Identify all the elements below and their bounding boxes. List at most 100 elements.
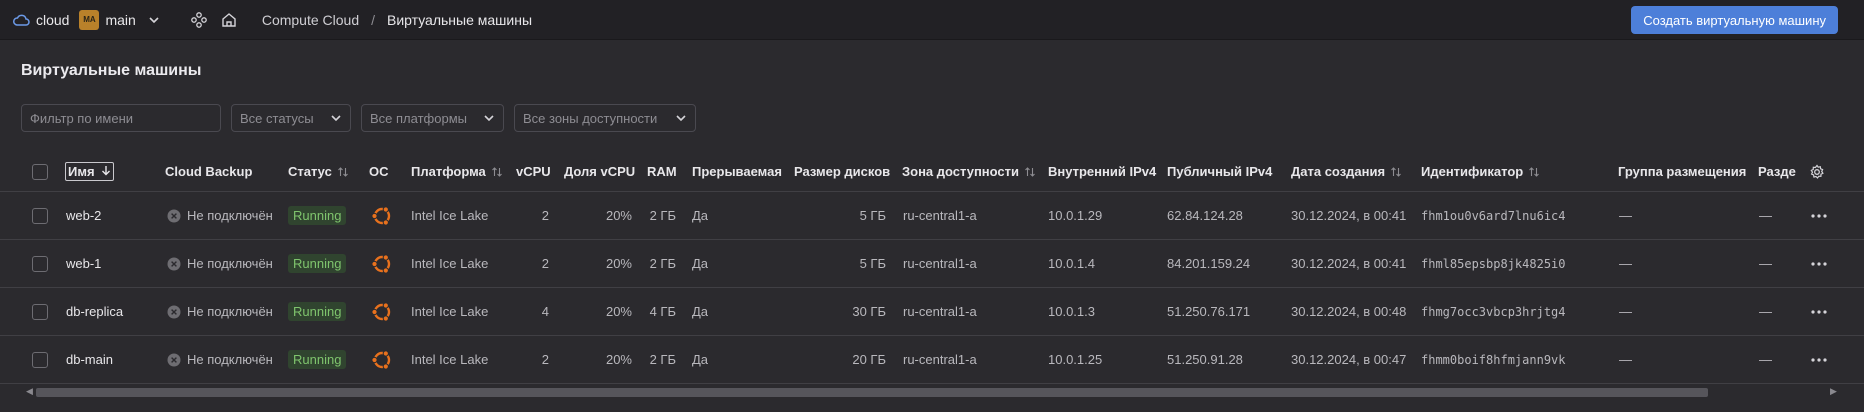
vcpu-cell: 2 — [541, 208, 549, 223]
horizontal-scrollbar[interactable]: ◀ ▶ — [0, 384, 1864, 398]
vm-name[interactable]: db-replica — [66, 288, 123, 335]
row-checkbox[interactable] — [32, 207, 48, 224]
col-ipv4-internal[interactable]: Внутренний IPv4 — [1048, 152, 1156, 191]
platform-filter-select[interactable]: Все платформы — [361, 104, 504, 132]
not-connected-icon — [167, 209, 181, 222]
col-platform[interactable]: Платформа — [411, 152, 503, 191]
col-zone[interactable]: Зона доступности — [902, 152, 1036, 191]
vm-name[interactable]: web-1 — [66, 240, 101, 287]
create-vm-button[interactable]: Создать виртуальную машину — [1631, 6, 1838, 34]
status-filter-select[interactable]: Все статусы — [231, 104, 351, 132]
backup-status: Не подключён — [187, 304, 273, 319]
vm-id-cell[interactable]: fhmg7occ3vbcp3hrjtg4 — [1421, 288, 1566, 335]
status-badge: Running — [288, 206, 347, 225]
select-all-checkbox[interactable] — [32, 163, 48, 180]
not-connected-icon — [167, 305, 181, 318]
more-dots-icon[interactable] — [1811, 357, 1827, 362]
backup-cell: Не подключён — [167, 192, 273, 239]
created-cell: 30.12.2024, в 00:47 — [1291, 352, 1407, 367]
table-header: Имя Cloud Backup Статус ОС Платформа vCP… — [0, 152, 1864, 192]
col-id[interactable]: Идентификатор — [1421, 152, 1540, 191]
chevron-down-icon — [676, 115, 686, 122]
table-row[interactable]: web-2 Не подключён Running Intel Ice Lak… — [0, 192, 1864, 240]
preemptible-cell: Да — [692, 256, 709, 271]
col-vcpu[interactable]: vCPU — [516, 152, 551, 191]
col-ram[interactable]: RAM — [647, 152, 677, 191]
scroll-left-arrow[interactable]: ◀ — [26, 386, 33, 397]
row-checkbox[interactable] — [32, 303, 48, 320]
col-preemptible[interactable]: Прерываемая — [692, 152, 782, 191]
more-dots-icon[interactable] — [1811, 261, 1827, 266]
status-badge: Running — [288, 350, 347, 369]
ubuntu-icon — [371, 301, 391, 322]
scrollbar-thumb[interactable] — [36, 388, 1708, 397]
sort-icon — [1025, 166, 1035, 177]
table-body: web-2 Не подключён Running Intel Ice Lak… — [0, 192, 1864, 384]
platform-filter-value: Все платформы — [370, 110, 467, 126]
col-status-text: Статус — [288, 164, 332, 179]
vm-id-cell[interactable]: fhm1ou0v6ard7lnu6ic4 — [1421, 192, 1566, 239]
vcpu-share-cell: 20% — [605, 304, 632, 319]
status-cell: Running — [288, 240, 347, 287]
row-actions-cell — [1811, 336, 1827, 383]
row-actions-cell — [1811, 288, 1827, 335]
placement-cell: — — [1619, 208, 1632, 223]
ubuntu-icon — [371, 205, 391, 226]
home-icon[interactable] — [220, 11, 238, 29]
more-dots-icon[interactable] — [1811, 213, 1827, 218]
name-filter-input[interactable]: Фильтр по имени — [21, 104, 221, 132]
vm-name[interactable]: db-main — [66, 336, 113, 383]
backup-cell: Не подключён — [167, 288, 273, 335]
row-checkbox[interactable] — [32, 255, 48, 272]
folder-selector[interactable]: main — [105, 12, 135, 28]
folder-avatar: MA — [79, 9, 100, 30]
scroll-right-arrow[interactable]: ▶ — [1830, 386, 1837, 397]
col-disk-size[interactable]: Размер дисков — [794, 152, 890, 191]
more-dots-icon[interactable] — [1811, 309, 1827, 314]
platform-cell: Intel Ice Lake — [411, 352, 489, 367]
ipv4-public-cell: 51.250.76.171 — [1167, 304, 1251, 319]
col-vcpu-share[interactable]: Доля vCPU — [564, 152, 635, 191]
placement-cell: — — [1619, 304, 1632, 319]
col-created-text: Дата создания — [1291, 164, 1386, 179]
preemptible-cell: Да — [692, 304, 709, 319]
section-cell: — — [1759, 208, 1772, 223]
vm-id-cell[interactable]: fhml85epsbp8jk4825i0 — [1421, 240, 1566, 287]
vm-id-cell[interactable]: fhmm0boif8hfmjann9vk — [1421, 336, 1566, 383]
os-cell — [370, 192, 394, 239]
gear-icon[interactable] — [1809, 164, 1825, 180]
services-icon[interactable] — [190, 11, 208, 29]
cloud-selector[interactable]: cloud — [36, 12, 69, 28]
os-cell — [370, 288, 394, 335]
row-checkbox[interactable] — [32, 351, 48, 368]
chevron-down-icon[interactable] — [148, 14, 160, 26]
zone-filter-select[interactable]: Все зоны доступности — [514, 104, 696, 132]
status-filter-value: Все статусы — [240, 110, 314, 126]
page-title: Виртуальные машины — [21, 62, 202, 79]
col-os[interactable]: ОС — [369, 152, 389, 191]
table-row[interactable]: db-main Не подключён Running Intel Ice L… — [0, 336, 1864, 384]
table-row[interactable]: db-replica Не подключён Running Intel Ic… — [0, 288, 1864, 336]
vcpu-cell: 2 — [541, 256, 549, 271]
breadcrumb-compute-cloud[interactable]: Compute Cloud — [262, 12, 359, 28]
vm-name[interactable]: web-2 — [66, 192, 101, 239]
section-cell: — — [1759, 352, 1772, 367]
col-ipv4-public[interactable]: Публичный IPv4 — [1167, 152, 1272, 191]
col-name[interactable]: Имя — [65, 152, 115, 191]
col-section[interactable]: Разде — [1758, 152, 1804, 191]
col-created[interactable]: Дата создания — [1291, 152, 1402, 191]
vcpu-share-cell: 20% — [605, 256, 632, 271]
zone-cell: ru-central1-a — [903, 256, 977, 271]
os-cell — [370, 240, 394, 287]
section-cell: — — [1759, 256, 1772, 271]
disk-size-cell: 5 ГБ — [859, 208, 886, 223]
preemptible-cell: Да — [692, 208, 709, 223]
status-badge: Running — [288, 302, 347, 321]
sort-icon — [1529, 166, 1540, 177]
chevron-down-icon — [484, 115, 494, 122]
not-connected-icon — [167, 353, 181, 366]
col-backup[interactable]: Cloud Backup — [165, 152, 252, 191]
table-row[interactable]: web-1 Не подключён Running Intel Ice Lak… — [0, 240, 1864, 288]
col-status[interactable]: Статус — [288, 152, 349, 191]
col-placement[interactable]: Группа размещения — [1618, 152, 1746, 191]
